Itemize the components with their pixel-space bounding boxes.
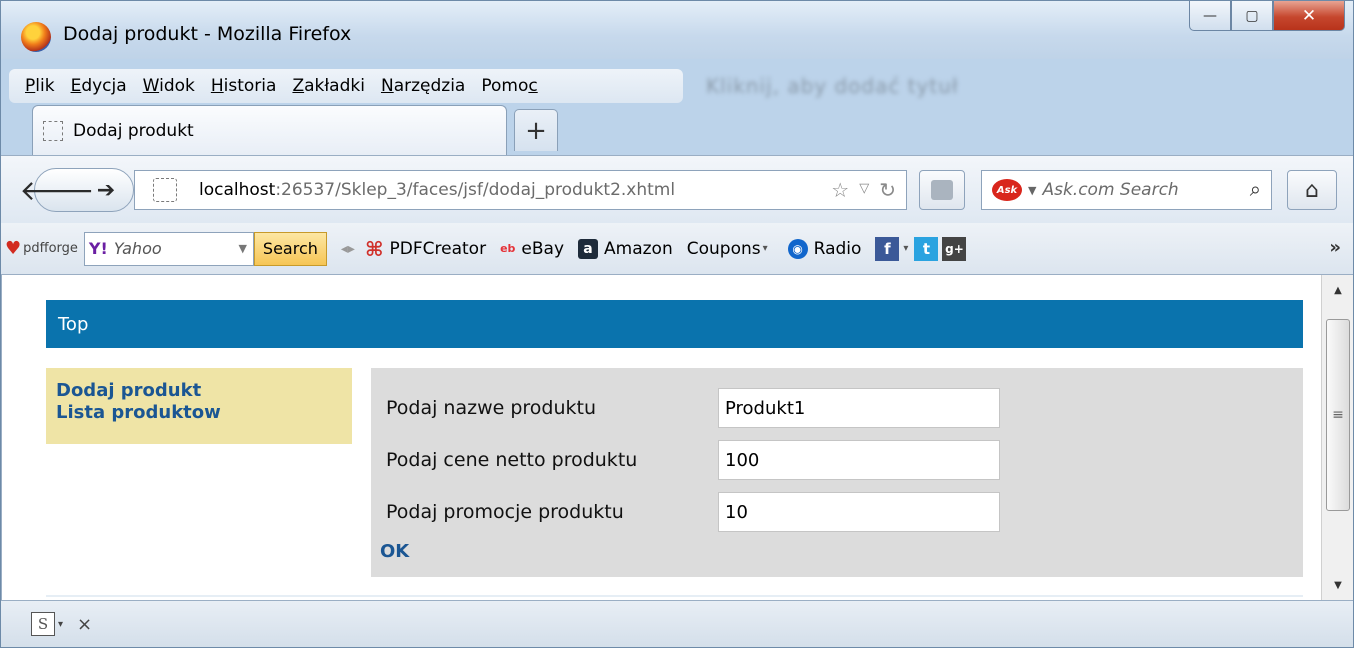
- menu-plik[interactable]: Plik: [25, 76, 55, 96]
- tab-label: Dodaj produkt: [73, 120, 194, 141]
- product-name-input[interactable]: [718, 388, 1000, 428]
- toolbar-separator-icon: ◂▸: [340, 240, 355, 257]
- addon-bar: S ▾ ×: [1, 600, 1353, 647]
- pdf-icon: ⌘: [364, 236, 384, 261]
- close-button[interactable]: ✕: [1273, 1, 1345, 31]
- product-name-label: Podaj nazwe produktu: [386, 397, 597, 419]
- back-forward-group: 🡐 ➔: [19, 168, 134, 212]
- form-row-name: Podaj nazwe produktu: [386, 388, 1000, 428]
- bookmark-coupons[interactable]: Coupons ▾: [687, 239, 774, 259]
- bookmark-radio[interactable]: ◉ Radio: [787, 238, 861, 259]
- navigation-bar: 🡐 ➔ localhost:26537/Sklep_3/faces/jsf/do…: [1, 155, 1353, 223]
- addon-dropdown-icon[interactable]: ▾: [58, 619, 63, 630]
- window-title: Dodaj produkt - Mozilla Firefox: [63, 23, 352, 45]
- link-lista-produktow[interactable]: Lista produktow: [56, 402, 352, 424]
- menu-zakladki[interactable]: Zakładki: [292, 76, 365, 96]
- firefox-logo-icon: [21, 22, 51, 52]
- search-bar[interactable]: Ask ▼ Ask.com Search ⌕: [981, 170, 1272, 210]
- page-icon: [43, 120, 63, 141]
- ask-logo-icon[interactable]: Ask: [992, 179, 1022, 201]
- reload-icon[interactable]: ↻: [879, 178, 896, 202]
- search-icon[interactable]: ⌕: [1250, 177, 1261, 201]
- url-bar[interactable]: localhost:26537/Sklep_3/faces/jsf/dodaj_…: [134, 170, 907, 210]
- form-row-price: Podaj cene netto produktu: [386, 440, 1000, 480]
- menu-widok[interactable]: Widok: [143, 76, 195, 96]
- top-banner: Top: [46, 300, 1303, 348]
- site-identity-icon[interactable]: [153, 178, 177, 202]
- left-navigation: Dodaj produkt Lista produktow: [46, 368, 352, 444]
- window-controls: — ▢ ✕: [1189, 1, 1345, 33]
- url-path: :26537/Sklep_3/faces/jsf/dodaj_produkt2.…: [275, 180, 676, 200]
- bookmark-star-icon[interactable]: ☆: [831, 178, 849, 202]
- menu-narzedzia[interactable]: Narzędzia: [381, 76, 465, 96]
- pdfforge-logo[interactable]: ♥ pdfforge: [5, 238, 78, 259]
- scroll-up-icon[interactable]: ▲: [1322, 277, 1354, 303]
- product-form: Podaj nazwe produktu Podaj cene netto pr…: [371, 368, 1303, 577]
- product-price-label: Podaj cene netto produktu: [386, 449, 638, 471]
- bookmark-ebay[interactable]: eb eBay: [500, 239, 564, 259]
- forward-arrow-icon: ➔: [96, 177, 116, 203]
- google-plus-icon[interactable]: g+: [942, 236, 967, 261]
- url-bar-icons: ☆ ▽ ↻: [831, 178, 896, 202]
- yahoo-search-input[interactable]: Yahoo: [114, 239, 239, 258]
- facebook-icon[interactable]: f: [875, 236, 900, 261]
- product-promo-label: Podaj promocje produktu: [386, 501, 624, 523]
- close-addon-bar-icon[interactable]: ×: [77, 614, 92, 635]
- url-host: localhost: [199, 180, 276, 200]
- bookmark-amazon[interactable]: a Amazon: [578, 238, 673, 259]
- content-divider: [46, 595, 1303, 597]
- form-row-promo: Podaj promocje produktu: [386, 492, 1000, 532]
- history-dropdown-icon[interactable]: ▽: [859, 178, 869, 202]
- back-arrow-icon: 🡐: [19, 174, 95, 207]
- search-engine-dropdown-icon[interactable]: ▼: [1028, 184, 1036, 197]
- pdfforge-heart-icon: ♥: [5, 238, 22, 259]
- yahoo-search-box[interactable]: Y! Yahoo ▼: [83, 231, 254, 266]
- forward-button[interactable]: ➔: [91, 174, 121, 206]
- background-blur-text: Kliknij, aby dodać tytuł: [706, 74, 959, 98]
- product-price-input[interactable]: [718, 440, 1000, 480]
- menu-bar: Plik Edycja Widok Historia Zakładki Narz…: [9, 69, 683, 103]
- coupons-dropdown-icon: ▾: [762, 243, 768, 254]
- radio-icon: ◉: [787, 238, 808, 259]
- minimize-button[interactable]: —: [1189, 1, 1231, 31]
- toolbar-overflow-chevron-icon[interactable]: »: [1329, 237, 1341, 258]
- yahoo-search-button[interactable]: Search: [253, 231, 327, 266]
- yahoo-logo-icon: Y!: [88, 239, 108, 258]
- page-content: Top Dodaj produkt Lista produktow Podaj …: [1, 275, 1321, 600]
- facebook-dropdown-icon[interactable]: ▾: [903, 243, 908, 254]
- title-bar: Dodaj produkt - Mozilla Firefox — ▢ ✕: [1, 1, 1353, 59]
- menu-pomoc[interactable]: Pomoc: [481, 76, 537, 96]
- new-tab-button[interactable]: +: [514, 109, 558, 151]
- scroll-thumb[interactable]: ≡: [1326, 319, 1350, 511]
- addon-s-icon[interactable]: S: [31, 612, 55, 636]
- product-promo-input[interactable]: [718, 492, 1000, 532]
- tab-dodaj-produkt[interactable]: Dodaj produkt: [32, 105, 507, 155]
- link-dodaj-produkt[interactable]: Dodaj produkt: [56, 380, 352, 402]
- ebay-icon: eb: [500, 242, 516, 255]
- twitter-icon[interactable]: t: [914, 236, 939, 261]
- amazon-icon: a: [578, 238, 599, 259]
- vertical-scrollbar[interactable]: ▲ ≡ ▼: [1321, 275, 1353, 600]
- ok-button[interactable]: OK: [380, 541, 409, 562]
- menu-edycja[interactable]: Edycja: [71, 76, 127, 96]
- addon-button[interactable]: [919, 170, 965, 210]
- bookmark-pdfcreator[interactable]: ⌘ PDFCreator: [365, 237, 486, 261]
- scroll-down-icon[interactable]: ▼: [1322, 572, 1354, 598]
- home-icon: ⌂: [1305, 177, 1319, 203]
- addon-icon: [931, 180, 953, 200]
- search-placeholder: Ask.com Search: [1042, 180, 1179, 200]
- back-button[interactable]: 🡐: [19, 170, 94, 210]
- bookmarks-toolbar: ♥ pdfforge Y! Yahoo ▼ Search ◂▸ ⌘ PDFCreat…: [1, 223, 1353, 275]
- maximize-button[interactable]: ▢: [1231, 1, 1273, 31]
- menu-historia[interactable]: Historia: [211, 76, 277, 96]
- browser-window: Dodaj produkt - Mozilla Firefox — ▢ ✕ Kl…: [0, 0, 1354, 648]
- yahoo-dropdown-icon[interactable]: ▼: [238, 242, 246, 255]
- home-button[interactable]: ⌂: [1287, 170, 1337, 210]
